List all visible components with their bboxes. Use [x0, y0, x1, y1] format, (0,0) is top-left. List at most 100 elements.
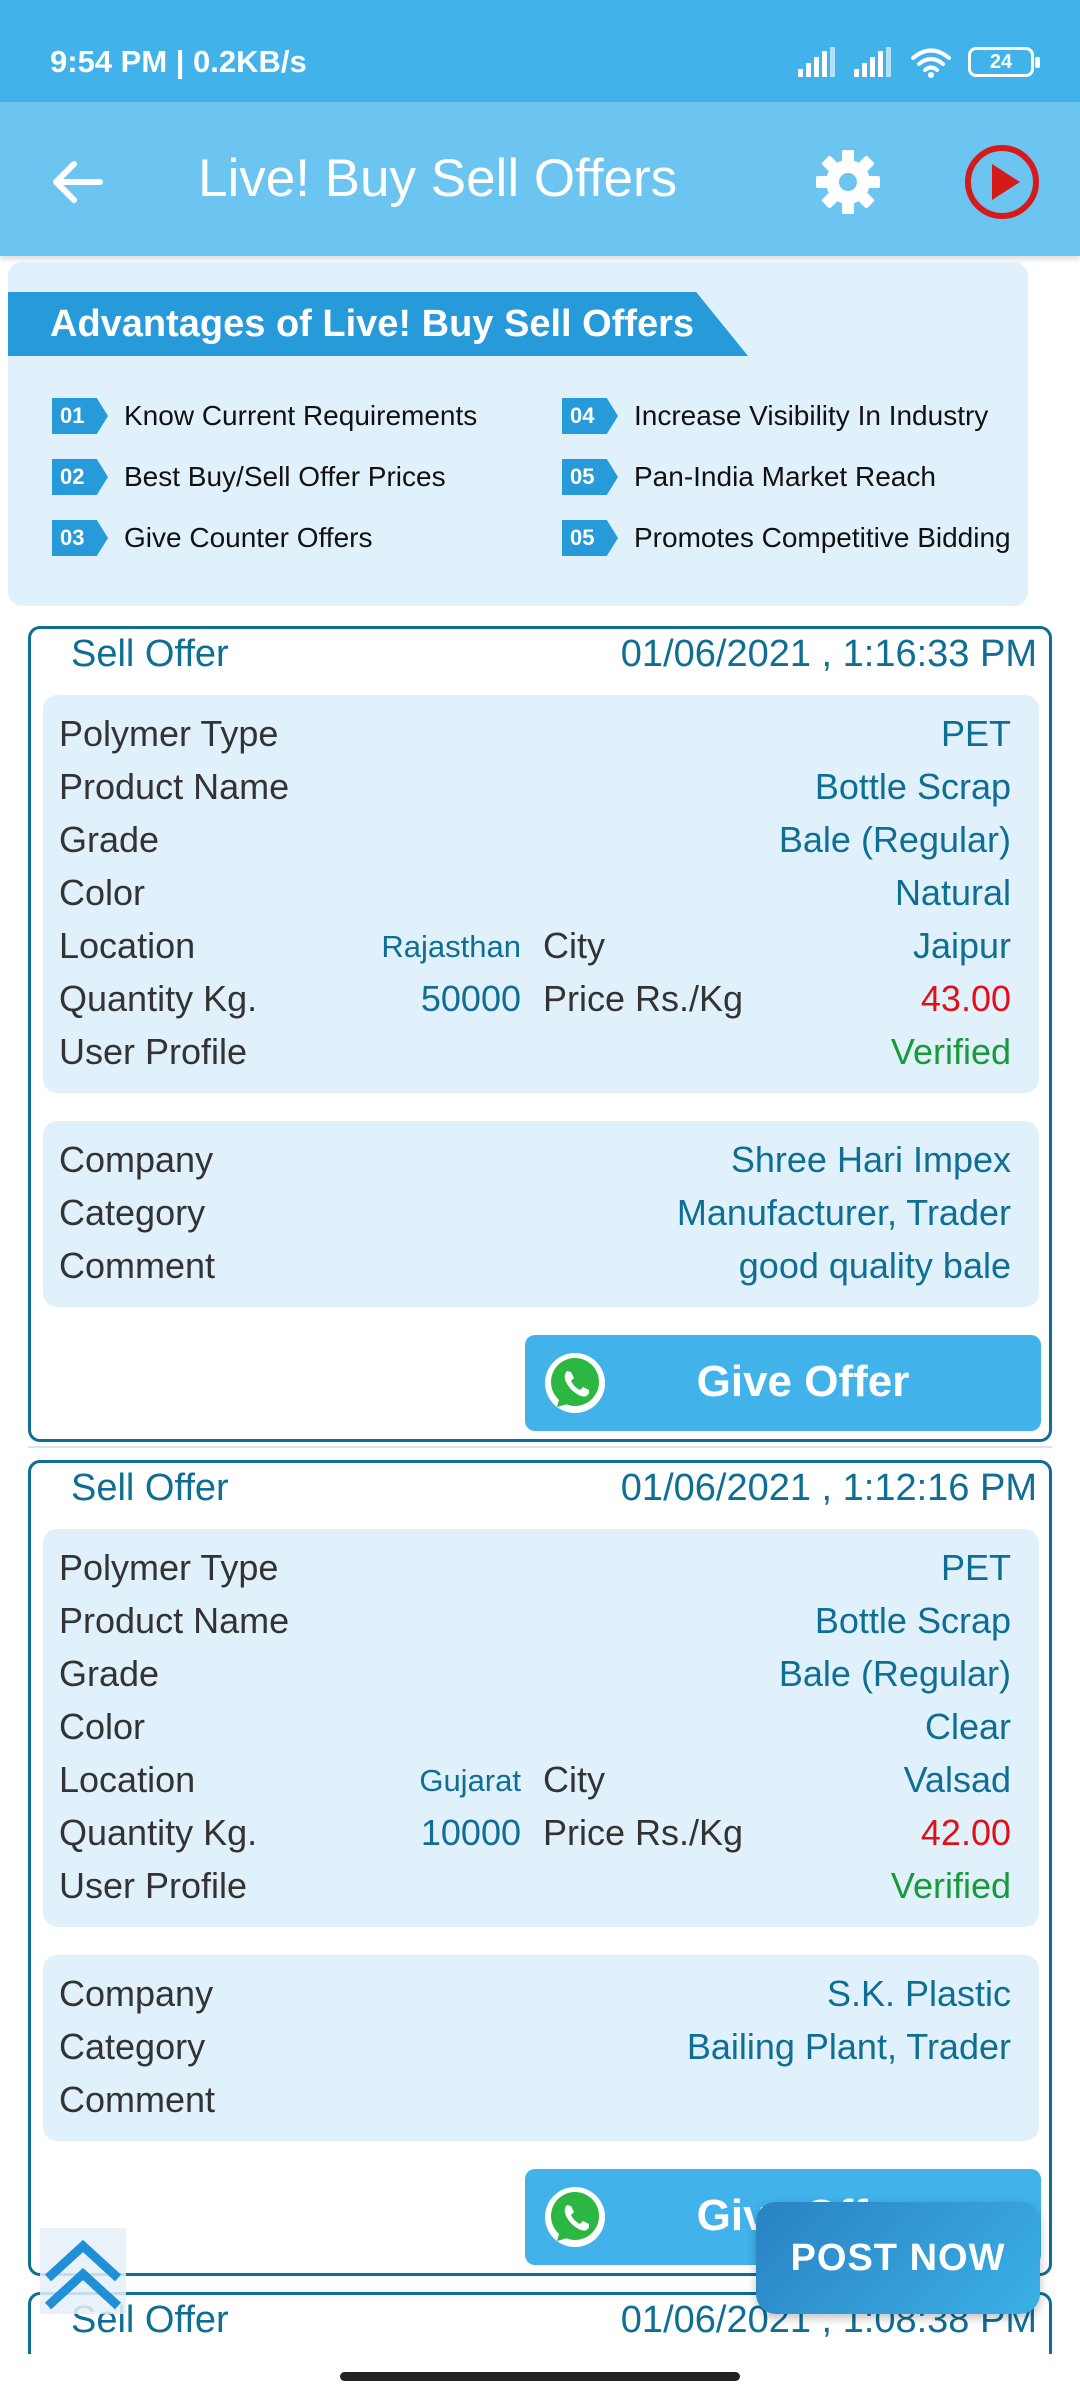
- advantage-number: 02: [52, 459, 108, 495]
- city-value: Jaipur: [912, 925, 1011, 966]
- detail-row: Polymer Type PET: [59, 707, 1011, 759]
- detail-row: Color Natural: [59, 866, 1011, 918]
- grade-label: Grade: [59, 1653, 160, 1694]
- advantage-text: Give Counter Offers: [124, 522, 373, 553]
- post-now-button[interactable]: POST NOW: [756, 2202, 1040, 2314]
- company-value: Shree Hari Impex: [730, 1139, 1011, 1180]
- product-name-value: Bottle Scrap: [814, 1600, 1011, 1641]
- advantage-text: Promotes Competitive Bidding: [634, 522, 1011, 553]
- advantage-number: 04: [562, 398, 618, 434]
- price-label: Price Rs./Kg: [543, 978, 744, 1019]
- company-details: Company S.K. Plastic Category Bailing Pl…: [43, 1955, 1039, 2141]
- detail-row: Quantity Kg. 10000 Price Rs./Kg 42.00: [59, 1806, 1011, 1858]
- status-time-speed: 9:54 PM | 0.2KB/s: [50, 44, 307, 79]
- price-label: Price Rs./Kg: [543, 1812, 744, 1853]
- comment-label: Comment: [59, 2079, 216, 2120]
- city-value: Valsad: [903, 1759, 1011, 1800]
- offer-details: Polymer Type PET Product Name Bottle Scr…: [43, 1529, 1039, 1927]
- wifi-icon: [911, 48, 951, 78]
- signal-icon: [798, 47, 835, 77]
- offer-card: Sell Offer 01/06/2021 , 1:16:33 PM Polym…: [28, 626, 1052, 1442]
- detail-row: Product Name Bottle Scrap: [59, 1594, 1011, 1646]
- offer-card: Sell Offer 01/06/2021 , 1:12:16 PM Polym…: [28, 1460, 1052, 2276]
- polymer-type-value: PET: [940, 1547, 1011, 1588]
- signal-icon-2: [854, 47, 891, 77]
- give-offer-button[interactable]: Give Offer: [525, 1335, 1041, 1431]
- status-icons: 24: [798, 46, 1040, 78]
- price-value: 42.00: [920, 1812, 1011, 1853]
- home-indicator[interactable]: [340, 2372, 740, 2381]
- advantage-text: Increase Visibility In Industry: [634, 400, 989, 431]
- polymer-type-label: Polymer Type: [59, 1547, 279, 1588]
- play-icon[interactable]: [962, 142, 1042, 222]
- detail-row: Location Rajasthan City Jaipur: [59, 919, 1011, 971]
- detail-row: Product Name Bottle Scrap: [59, 760, 1011, 812]
- double-chevron-up-icon: [44, 2239, 122, 2310]
- advantage-text: Pan-India Market Reach: [634, 461, 936, 492]
- color-value: Natural: [894, 872, 1011, 913]
- company-details: Company Shree Hari Impex Category Manufa…: [43, 1121, 1039, 1307]
- comment-value: good quality bale: [738, 1245, 1011, 1286]
- company-label: Company: [59, 1973, 214, 2014]
- grade-value: Bale (Regular): [778, 1653, 1011, 1694]
- detail-row: Grade Bale (Regular): [59, 813, 1011, 865]
- give-offer-label: Give Offer: [696, 1357, 910, 1406]
- advantage-item: 02 Best Buy/Sell Offer Prices: [52, 459, 446, 495]
- advantage-number: 05: [562, 459, 618, 495]
- detail-row: Category Manufacturer, Trader: [59, 1186, 1011, 1238]
- comment-label: Comment: [59, 1245, 216, 1286]
- detail-row: Polymer Type PET: [59, 1541, 1011, 1593]
- quantity-value: 50000: [420, 978, 521, 1019]
- grade-value: Bale (Regular): [778, 819, 1011, 860]
- advantage-text: Best Buy/Sell Offer Prices: [124, 461, 446, 492]
- location-value: Gujarat: [419, 1763, 521, 1798]
- status-bar: 9:54 PM | 0.2KB/s 24: [0, 0, 1080, 102]
- scroll-to-top-button[interactable]: [40, 2228, 126, 2314]
- detail-row: Company S.K. Plastic: [59, 1967, 1011, 2019]
- quantity-value: 10000: [420, 1812, 521, 1853]
- detail-row: Category Bailing Plant, Trader: [59, 2020, 1011, 2072]
- offer-date: 01/06/2021 , 1:12:16 PM: [620, 1467, 1037, 1509]
- grade-label: Grade: [59, 819, 160, 860]
- location-label: Location: [59, 1759, 196, 1800]
- offer-date: 01/06/2021 , 1:16:33 PM: [620, 633, 1037, 675]
- advantage-number: 03: [52, 520, 108, 556]
- page-title: Live! Buy Sell Offers: [198, 149, 678, 208]
- back-arrow-icon[interactable]: [48, 152, 108, 212]
- advantages-title: Advantages of Live! Buy Sell Offers: [8, 292, 748, 356]
- detail-row: Color Clear: [59, 1700, 1011, 1752]
- offer-type: Sell Offer: [71, 1467, 229, 1509]
- advantage-item: 01 Know Current Requirements: [52, 398, 477, 434]
- quantity-label: Quantity Kg.: [59, 1812, 258, 1853]
- category-label: Category: [59, 1192, 206, 1233]
- offer-details: Polymer Type PET Product Name Bottle Scr…: [43, 695, 1039, 1093]
- detail-row: Quantity Kg. 50000 Price Rs./Kg 43.00: [59, 972, 1011, 1024]
- company-value: S.K. Plastic: [826, 1973, 1011, 2014]
- detail-row: User Profile Verified: [59, 1859, 1011, 1911]
- product-name-label: Product Name: [59, 766, 290, 807]
- polymer-type-label: Polymer Type: [59, 713, 279, 754]
- company-label: Company: [59, 1139, 214, 1180]
- advantages-panel: Advantages of Live! Buy Sell Offers 01 K…: [8, 262, 1028, 606]
- category-value: Bailing Plant, Trader: [686, 2026, 1011, 2067]
- location-value: Rajasthan: [381, 929, 521, 964]
- city-label: City: [543, 1759, 605, 1800]
- user-profile-label: User Profile: [59, 1031, 248, 1072]
- polymer-type-value: PET: [940, 713, 1011, 754]
- advantage-number: 01: [52, 398, 108, 434]
- advantage-text: Know Current Requirements: [124, 400, 478, 431]
- advantage-item: 05 Pan-India Market Reach: [562, 459, 936, 495]
- gear-icon[interactable]: [812, 146, 884, 218]
- color-value: Clear: [924, 1706, 1011, 1747]
- detail-row: Comment: [59, 2073, 1011, 2125]
- detail-row: Location Gujarat City Valsad: [59, 1753, 1011, 1805]
- user-profile-value: Verified: [890, 1865, 1011, 1906]
- divider: [28, 1446, 1052, 1448]
- advantage-item: 04 Increase Visibility In Industry: [562, 398, 988, 434]
- battery-icon: 24: [968, 47, 1040, 77]
- detail-row: Comment good quality bale: [59, 1239, 1011, 1291]
- price-value: 43.00: [920, 978, 1011, 1019]
- color-label: Color: [59, 872, 146, 913]
- advantage-number: 05: [562, 520, 618, 556]
- user-profile-label: User Profile: [59, 1865, 248, 1906]
